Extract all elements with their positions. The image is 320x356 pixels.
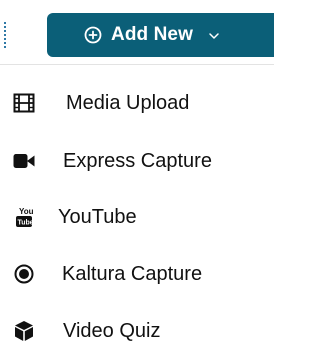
record-icon	[13, 263, 35, 285]
youtube-icon: You Tube	[13, 206, 35, 228]
chevron-down-icon	[208, 30, 220, 42]
add-new-dropdown-menu: Media Upload Express Capture You Tube Yo…	[0, 64, 274, 356]
menu-item-youtube[interactable]: You Tube YouTube	[0, 191, 274, 243]
svg-text:Tube: Tube	[18, 220, 34, 227]
page: Add New Media Upload Express Capture You…	[0, 0, 274, 356]
menu-item-kaltura-capture[interactable]: Kaltura Capture	[0, 248, 274, 300]
menu-item-label: Kaltura Capture	[62, 262, 203, 285]
svg-text:You: You	[19, 207, 33, 216]
cube-icon	[13, 320, 35, 342]
menu-item-label: YouTube	[58, 205, 137, 228]
menu-item-label: Media Upload	[66, 91, 190, 114]
menu-item-video-quiz[interactable]: Video Quiz	[0, 305, 274, 356]
plus-circle-icon	[84, 26, 102, 44]
film-icon	[13, 92, 35, 114]
menu-item-label: Express Capture	[63, 149, 212, 172]
add-new-button[interactable]: Add New	[47, 13, 274, 57]
video-camera-icon	[13, 150, 35, 172]
add-new-label: Add New	[111, 24, 193, 45]
menu-item-label: Video Quiz	[63, 319, 161, 342]
menu-item-media-upload[interactable]: Media Upload	[0, 77, 274, 129]
menu-item-express-capture[interactable]: Express Capture	[0, 135, 274, 187]
focus-indicator	[4, 22, 6, 48]
